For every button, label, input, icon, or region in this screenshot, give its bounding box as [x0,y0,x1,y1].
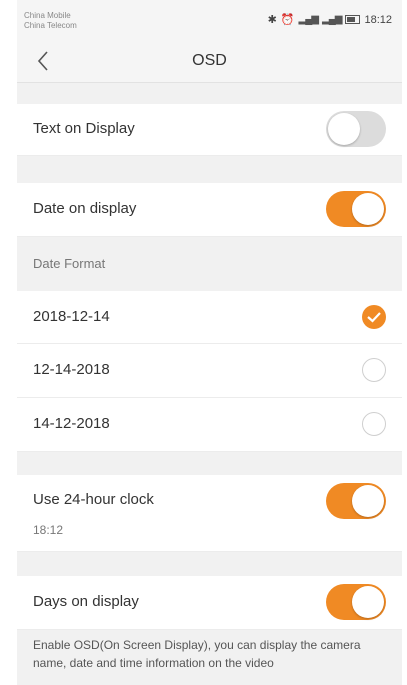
text-on-display-toggle[interactable] [326,111,386,147]
date-on-display-label: Date on display [33,200,137,217]
checkmark-icon[interactable] [362,305,386,329]
toggle-knob [328,113,360,145]
date-option-row[interactable]: 2018-12-14 [17,291,402,344]
date-option-label: 2018-12-14 [33,308,110,325]
carrier-info: China Mobile China Telecom [24,11,77,31]
signal-icon: ▂▄▆ [298,14,319,25]
bluetooth-icon: ✱ [267,14,277,26]
battery-icon [345,15,361,24]
status-bar: China Mobile China Telecom ✱ ⏰ ▂▄▆ ▂▄▆ 1… [17,0,402,40]
nav-bar: OSD [17,40,402,83]
date-on-display-toggle[interactable] [326,191,386,227]
carrier-1: China Mobile [24,11,71,20]
clock-preview: 18:12 [33,523,64,537]
page-title: OSD [192,52,227,69]
phone-screen: China Mobile China Telecom ✱ ⏰ ▂▄▆ ▂▄▆ 1… [17,0,402,685]
date-format-header: Date Format [17,237,402,291]
section-gap [17,452,402,475]
clock-format-label: Use 24-hour clock [33,491,154,508]
days-on-display-row: Days on display [17,576,402,630]
status-time: 18:12 [364,13,392,26]
alarm-icon: ⏰ [280,14,295,26]
toggle-knob [352,485,384,517]
osd-description: Enable OSD(On Screen Display), you can d… [33,638,361,670]
date-format-title: Date Format [33,256,106,271]
signal-icon-2: ▂▄▆ [322,14,342,25]
radio-circle-icon[interactable] [362,412,386,436]
days-on-display-toggle[interactable] [326,584,386,620]
date-option-row[interactable]: 14-12-2018 [17,398,402,452]
check-icon [367,312,381,323]
date-option-label: 14-12-2018 [33,415,110,432]
toggle-knob [352,193,384,225]
date-option-label: 12-14-2018 [33,361,110,378]
date-option-row[interactable]: 12-14-2018 [17,344,402,398]
text-on-display-row: Text on Display [17,104,402,156]
section-gap [17,552,402,576]
description-area: Enable OSD(On Screen Display), you can d… [17,630,402,685]
system-icons: ✱ ⏰ ▂▄▆ ▂▄▆ 18:12 [267,13,392,27]
days-on-display-label: Days on display [33,593,139,610]
carrier-2: China Telecom [24,21,77,30]
date-on-display-row: Date on display [17,183,402,237]
text-on-display-label: Text on Display [33,120,135,137]
section-gap [17,83,402,104]
section-gap [17,156,402,183]
clock-format-row: Use 24-hour clock 18:12 [17,475,402,552]
clock-format-toggle[interactable] [326,483,386,519]
radio-circle-icon[interactable] [362,358,386,382]
toggle-knob [352,586,384,618]
